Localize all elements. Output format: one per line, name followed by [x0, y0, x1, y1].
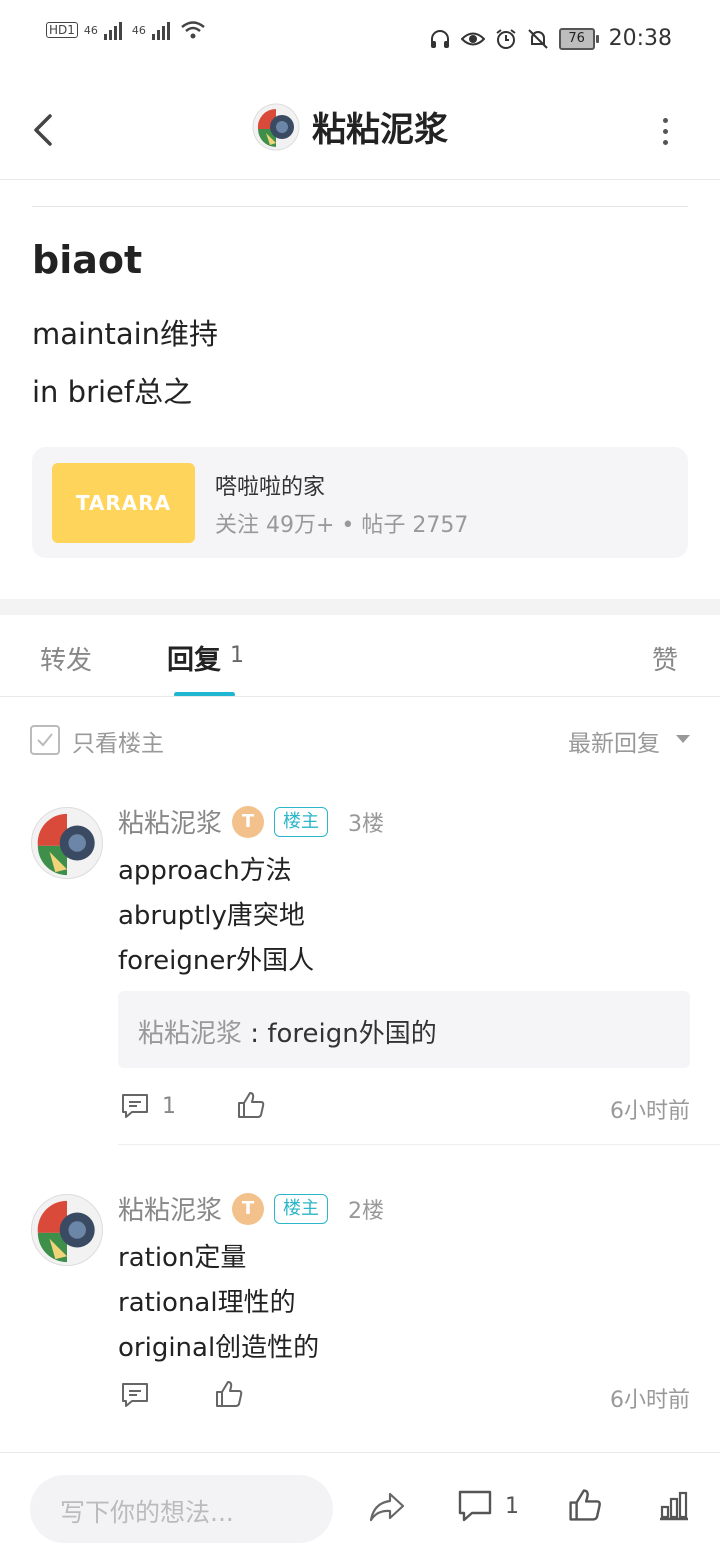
- alarm-icon: [495, 28, 516, 49]
- divider: [32, 206, 688, 207]
- status-bar: HD1 46 46 76 20:38: [0, 0, 720, 82]
- hd-label: HD1: [46, 22, 78, 38]
- share-icon: [369, 1492, 405, 1522]
- reply-line: rational理性的: [118, 1288, 296, 1318]
- battery-level: 76: [558, 27, 595, 50]
- forum-card[interactable]: TARARA 嗒啦啦的家 关注 49万+ • 帖子 2757: [32, 447, 688, 558]
- thumbs-up-icon: [238, 1092, 265, 1118]
- only-host-label[interactable]: 只看楼主: [72, 724, 164, 758]
- host-badge: 楼主: [274, 1193, 329, 1224]
- sort-dropdown[interactable]: 最新回复: [568, 724, 660, 758]
- comment-icon: [122, 1383, 148, 1407]
- reply-item: 粘粘泥浆 T 楼主 3楼 approach方法 abruptly唐突地 fore…: [0, 800, 720, 1145]
- forum-stats: 关注 49万+ • 帖子 2757: [215, 513, 469, 538]
- headphones-icon: [430, 29, 449, 48]
- comment-button[interactable]: 1: [457, 1489, 519, 1523]
- avatar: [252, 103, 300, 150]
- tab-reply-count: 1: [230, 643, 244, 668]
- reply-header: 粘粘泥浆 T 楼主 2楼: [118, 1190, 384, 1227]
- tab-like[interactable]: 赞: [652, 640, 678, 677]
- battery-icon: 76: [558, 27, 599, 50]
- divider: [118, 1144, 720, 1145]
- comment-button[interactable]: 1: [120, 1092, 176, 1120]
- comment-input[interactable]: 写下你的想法...: [30, 1475, 333, 1543]
- floor-number: 2楼: [348, 1198, 385, 1224]
- stats-button[interactable]: [656, 1489, 692, 1527]
- more-menu-button[interactable]: [655, 112, 675, 152]
- thumbs-up-icon: [569, 1489, 601, 1521]
- signal-indicators: HD1 46 46: [46, 20, 206, 40]
- forum-logo: TARARA: [52, 463, 195, 543]
- reply-header: 粘粘泥浆 T 楼主 3楼: [118, 803, 384, 840]
- like-button[interactable]: [236, 1090, 266, 1124]
- reply-line: ration定量: [118, 1243, 247, 1273]
- section-divider: [0, 599, 720, 615]
- sub-reply-text: foreign外国的: [267, 1019, 437, 1049]
- back-arrow-icon: [34, 114, 52, 146]
- post-body-line: in brief总之: [32, 375, 193, 409]
- comment-input-placeholder: 写下你的想法...: [60, 1498, 234, 1527]
- signal-icon: [151, 22, 170, 40]
- thumbs-up-icon: [216, 1381, 243, 1407]
- tab-repost[interactable]: 转发: [40, 640, 92, 677]
- comment-button[interactable]: [120, 1381, 150, 1413]
- back-button[interactable]: [28, 106, 64, 154]
- bottom-action-bar: 写下你的想法... 1: [0, 1452, 720, 1561]
- floor-number: 3楼: [348, 811, 385, 837]
- reply-username[interactable]: 粘粘泥浆: [118, 1190, 222, 1227]
- comment-count: 1: [505, 1493, 519, 1519]
- signal-icon: [103, 22, 122, 40]
- sub-reply-box[interactable]: 粘粘泥浆 : foreign外国的: [118, 991, 690, 1068]
- network-label-1: 46: [83, 23, 98, 37]
- forum-name: 嗒啦啦的家: [215, 475, 326, 500]
- mute-bell-icon: [527, 28, 548, 49]
- like-button[interactable]: [567, 1487, 603, 1527]
- reply-username[interactable]: 粘粘泥浆: [118, 803, 222, 840]
- post-body-line: maintain维持: [32, 317, 219, 351]
- clock: 20:38: [608, 26, 672, 51]
- avatar[interactable]: [31, 807, 103, 879]
- like-button[interactable]: [214, 1379, 244, 1413]
- avatar[interactable]: [31, 1194, 103, 1266]
- page-title: 粘粘泥浆: [312, 110, 448, 150]
- top-nav: 粘粘泥浆: [0, 82, 720, 180]
- network-label-2: 46: [131, 23, 146, 37]
- host-badge: 楼主: [274, 806, 329, 837]
- wifi-icon: [181, 21, 205, 39]
- share-button[interactable]: [368, 1491, 406, 1527]
- status-right: 76 20:38: [429, 26, 672, 51]
- reply-time: 6小时前: [610, 1099, 690, 1124]
- comment-count: 1: [162, 1093, 176, 1119]
- comment-icon: [122, 1094, 148, 1118]
- reply-time: 6小时前: [610, 1388, 690, 1413]
- page-title-group[interactable]: 粘粘泥浆: [252, 102, 448, 151]
- post-title: biaot: [32, 238, 143, 282]
- sub-reply-user[interactable]: 粘粘泥浆: [138, 1019, 242, 1049]
- tab-reply[interactable]: 回复: [167, 638, 221, 677]
- level-badge: T: [232, 805, 265, 838]
- reply-line: original创造性的: [118, 1333, 320, 1363]
- caret-down-icon[interactable]: [676, 735, 690, 743]
- reply-line: foreigner外国人: [118, 946, 315, 976]
- bar-chart-icon: [660, 1491, 688, 1521]
- eye-icon: [460, 32, 485, 45]
- avatar-image: [32, 1195, 102, 1265]
- reply-line: abruptly唐突地: [118, 901, 305, 931]
- reply-item: 粘粘泥浆 T 楼主 2楼 ration定量 rational理性的 origin…: [0, 1187, 720, 1437]
- level-badge: T: [232, 1192, 265, 1225]
- reply-line: approach方法: [118, 856, 292, 886]
- divider: [0, 696, 720, 697]
- avatar-image: [32, 808, 102, 878]
- comment-icon: [458, 1490, 492, 1522]
- only-host-checkbox[interactable]: [30, 725, 60, 755]
- sub-reply-separator: :: [242, 1019, 268, 1049]
- check-icon: [37, 733, 53, 747]
